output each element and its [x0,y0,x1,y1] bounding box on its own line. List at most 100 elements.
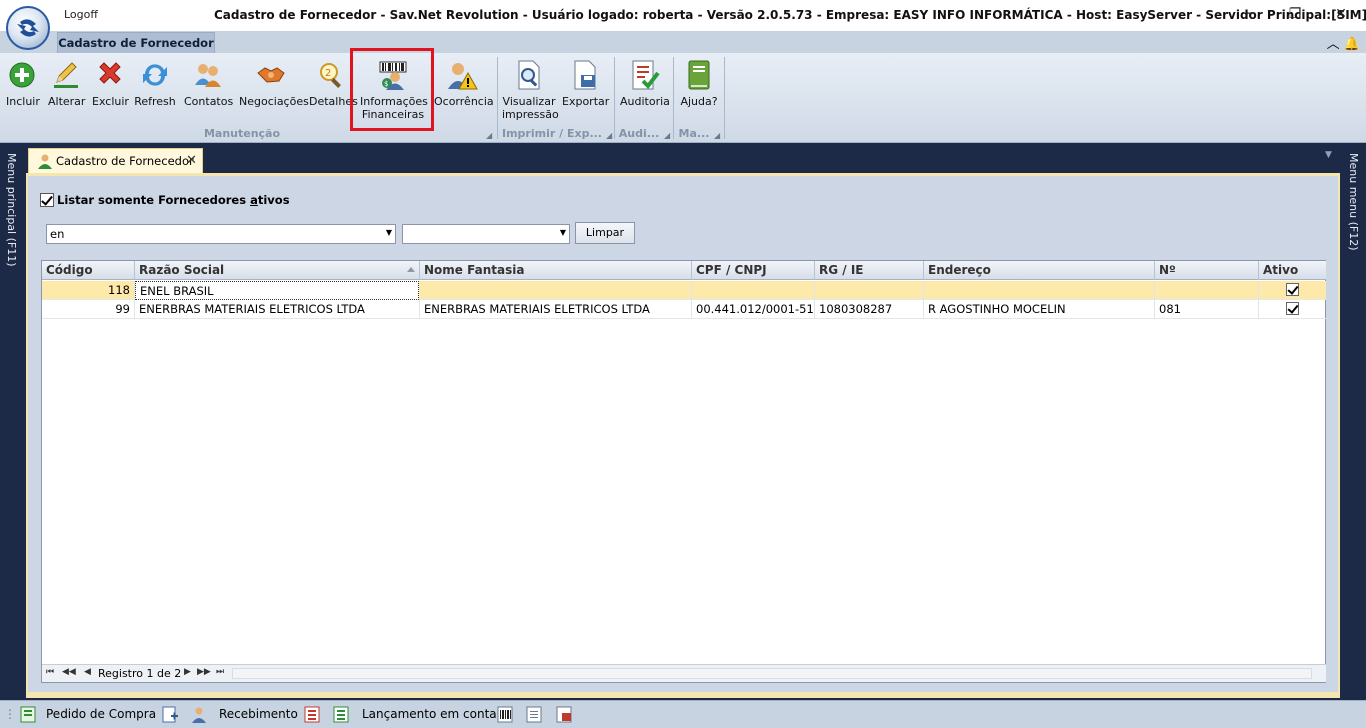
detalhes-button[interactable]: 2 Detalhes [309,57,358,125]
search-combo-value: en [50,227,65,241]
audit-checklist-icon [632,60,660,90]
content-panel: Listar somente Fornecedores ativos en ▼ … [26,173,1340,698]
column-header-razao-social[interactable]: Razão Social [135,261,420,280]
dropdown-arrow-icon[interactable]: ▼ [386,228,392,237]
negociacoes-button[interactable]: Negociações [239,57,309,125]
right-menu-sidebar[interactable]: Menu menu (F12) [1342,143,1366,700]
column-header-numero[interactable]: Nº [1155,261,1259,280]
help-book-icon [688,60,710,90]
contatos-button[interactable]: Contatos [184,57,233,125]
barcode-icon[interactable] [497,706,513,723]
handshake-icon [257,67,285,83]
column-header-ativo[interactable]: Ativo [1259,261,1326,280]
contacts-icon [195,64,221,87]
search-combo[interactable]: en ▼ [46,224,396,244]
logoff-link[interactable]: Logoff [64,8,98,21]
next-record-icon[interactable]: ▶ [184,667,191,677]
ativo-checkbox[interactable] [1286,302,1299,315]
svg-text:2: 2 [325,68,331,79]
grid-header: Código Razão Social Nome Fantasia CPF / … [42,261,1326,280]
group-launcher-icon[interactable]: ◢ [714,131,720,140]
group-launcher-icon[interactable]: ◢ [664,131,670,140]
close-tab-icon[interactable]: ✕ [186,153,197,168]
ledger-green-icon [333,706,349,723]
auditoria-button[interactable]: Auditoria [620,57,670,125]
checkbox-checked[interactable] [40,192,54,207]
pencil-icon [54,62,78,88]
lancamento-em-conta-link[interactable]: Lançamento em conta [362,707,497,721]
document-tab[interactable]: Cadastro de Fornecedor ✕ [28,148,203,173]
table-row[interactable]: 118 ENEL BRASIL [42,281,1326,300]
search-field-combo[interactable]: ▼ [402,224,570,244]
supplier-grid[interactable]: Código Razão Social Nome Fantasia CPF / … [41,260,1326,683]
ribbon: Incluir Alterar Excluir Refresh Contatos… [0,53,1366,143]
receipt-user-icon [192,707,206,723]
clear-button[interactable]: Limpar [575,222,635,244]
export-icon [574,60,596,90]
add-document-icon[interactable] [162,706,178,723]
ocorrencia-button[interactable]: Ocorrência [434,57,494,125]
prev-record-icon[interactable]: ◀ [84,667,91,677]
next-page-icon[interactable]: ▶▶ [197,667,211,677]
tab-list-dropdown-icon[interactable]: ▼ [1325,150,1332,160]
dropdown-arrow-icon[interactable]: ▼ [560,228,566,237]
tab-cadastro-fornecedor[interactable]: Cadastro de Fornecedor [57,32,215,53]
add-icon [9,62,35,88]
supplier-user-icon [38,154,52,169]
group-label-imprimir: Imprimir / Exp... [502,127,602,140]
recebimento-link[interactable]: Recebimento [219,707,298,721]
visualizar-impressao-button[interactable]: Visualizar impressão [502,57,559,125]
focused-cell[interactable]: ENEL BRASIL [135,281,419,300]
status-bar: ⋮ Pedido de Compra Recebimento Lançament… [0,700,1366,728]
active-only-checkbox[interactable]: Listar somente Fornecedores ativos [40,192,290,208]
ribbon-tab-strip: Cadastro de Fornecedor ︿ 🔔 [0,31,1366,53]
minimize-button[interactable]: ─ [1240,4,1262,24]
first-record-icon[interactable]: ⏮ [46,667,54,677]
close-button[interactable]: ✕ [1330,4,1352,24]
horizontal-scrollbar[interactable] [232,668,1312,679]
group-launcher-icon[interactable]: ◢ [486,131,492,140]
group-label-ajuda: Ma... [678,127,710,140]
column-header-cpf-cnpj[interactable]: CPF / CNPJ [692,261,815,280]
main-menu-label: Menu principal (F11) [5,153,18,267]
group-launcher-icon[interactable]: ◢ [606,131,612,140]
grip-icon: ⋮ [4,707,16,721]
document-icon[interactable] [526,706,542,723]
excluir-button[interactable]: Excluir [92,57,129,125]
ribbon-collapse-icon[interactable]: ︿ 🔔 [1327,33,1360,52]
alterar-button[interactable]: Alterar [48,57,85,125]
group-label-auditoria: Audi... [618,127,660,140]
refresh-button[interactable]: Refresh [134,57,176,125]
sort-ascending-icon [407,267,415,272]
user-warning-icon [448,63,478,90]
maximize-button[interactable]: ❐ [1284,4,1306,24]
purchase-order-icon [20,706,36,723]
ativo-checkbox[interactable] [1286,283,1299,296]
record-navigator: ⏮ ◀◀ ◀ Registro 1 de 2 ▶ ▶▶ ⏭ [42,664,1326,682]
column-header-codigo[interactable]: Código [42,261,135,280]
exportar-button[interactable]: Exportar [562,57,609,125]
report-red-icon[interactable] [304,706,320,723]
window-title: Cadastro de Fornecedor - Sav.Net Revolut… [214,8,1366,22]
column-header-nome-fantasia[interactable]: Nome Fantasia [420,261,692,280]
magnifier-details-icon: 2 [320,63,341,88]
refresh-icon [143,64,167,86]
form-area: Listar somente Fornecedores ativos en ▼ … [28,176,1338,692]
main-menu-sidebar[interactable]: Menu principal (F11) [0,143,24,700]
pdf-document-icon[interactable] [556,706,572,723]
pedido-de-compra-link[interactable]: Pedido de Compra [46,707,156,721]
last-record-icon[interactable]: ⏭ [216,667,224,677]
bell-icon: 🔔 [1343,37,1360,52]
table-row[interactable]: 99 ENERBRAS MATERIAIS ELETRICOS LTDA ENE… [42,300,1326,319]
incluir-button[interactable]: Incluir [6,57,40,125]
column-header-rg-ie[interactable]: RG / IE [815,261,924,280]
highlight-annotation [350,48,434,131]
delete-x-icon [99,62,121,84]
right-menu-label: Menu menu (F12) [1347,153,1360,251]
app-menu-orb-icon[interactable] [6,6,50,50]
active-only-label: Listar somente Fornecedores ativos [57,192,290,207]
title-bar: Logoff Cadastro de Fornecedor - Sav.Net … [0,0,1366,31]
ajuda-button[interactable]: Ajuda? [678,57,720,125]
column-header-endereco[interactable]: Endereço [924,261,1155,280]
prev-page-icon[interactable]: ◀◀ [62,667,76,677]
